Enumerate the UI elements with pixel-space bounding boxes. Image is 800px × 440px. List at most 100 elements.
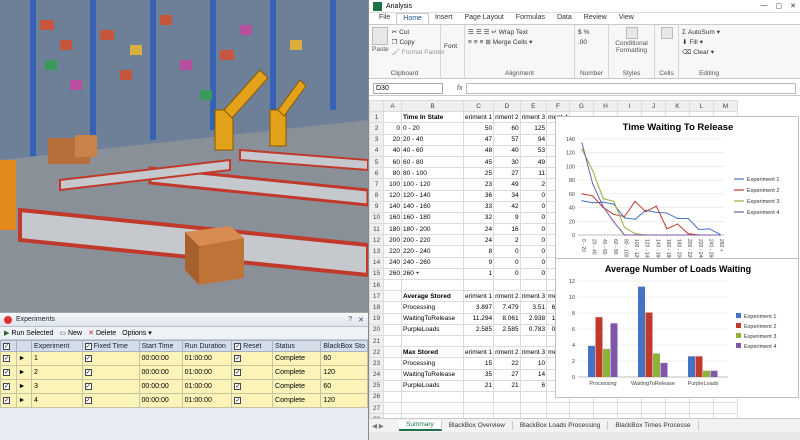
fixed-time-checkbox[interactable]: ✓ xyxy=(81,379,140,394)
sheet-cell[interactable]: 80 - 100 xyxy=(401,167,464,180)
row-header[interactable]: 8 xyxy=(369,189,384,202)
table-row[interactable]: ✓ ► 4 ✓ 00:00:00 01:00:00 ✓ Complete 120 xyxy=(0,393,368,408)
row-header[interactable]: 17 xyxy=(369,290,384,303)
sheet-cell[interactable]: 8 xyxy=(462,245,495,258)
percent-icon[interactable]: % xyxy=(584,29,590,36)
col-header-k[interactable]: K xyxy=(664,100,690,113)
sheet-cell[interactable] xyxy=(519,278,548,292)
sheet-cell[interactable] xyxy=(383,334,402,348)
sheet-cell[interactable]: 34 xyxy=(493,189,521,202)
start-time-cell[interactable]: 00:00:00 xyxy=(138,351,183,366)
fill-button[interactable]: ⬇ Fill ▾ xyxy=(682,37,736,47)
row-checkbox[interactable]: ✓ xyxy=(0,393,17,408)
sheet-cell[interactable]: eriment 1 xyxy=(462,290,495,303)
sheet-cell[interactable]: 0 xyxy=(493,267,521,281)
sheet-cell[interactable]: 23 xyxy=(462,178,495,191)
sheet-cell[interactable]: 22 xyxy=(493,357,521,370)
sheet-tab-blackbox-loads[interactable]: BlackBox Loads Processing xyxy=(513,421,609,430)
sheet-cell[interactable]: 24 xyxy=(462,234,495,247)
table-row[interactable]: ✓ ► 3 ✓ 00:00:00 01:00:00 ✓ Complete 60 xyxy=(0,379,368,394)
sheet-cell[interactable] xyxy=(383,379,402,392)
sheet-cell[interactable]: 220 xyxy=(383,245,402,258)
time-waiting-chart[interactable]: Time Waiting To Release 0 20 40 60 80 100 120 14… xyxy=(555,116,799,268)
sheet-cell[interactable] xyxy=(462,402,495,415)
sheet-cell[interactable] xyxy=(462,278,495,292)
row-header[interactable]: 9 xyxy=(369,200,384,213)
sheet-cell[interactable]: 200 - 220 xyxy=(401,234,464,247)
tab-view[interactable]: View xyxy=(613,13,640,24)
col-experiment[interactable]: Experiment xyxy=(31,340,83,352)
sheet-cell[interactable]: 53 xyxy=(519,144,548,157)
sheet-cell[interactable]: 0 xyxy=(519,245,548,258)
sheet-cell[interactable]: 0 xyxy=(383,122,402,135)
sheet-cell[interactable] xyxy=(401,402,464,415)
row-header[interactable]: 11 xyxy=(369,223,384,236)
col-start-time[interactable]: Start Time xyxy=(138,340,183,352)
row-header[interactable]: 16 xyxy=(369,278,384,292)
sheet-cell[interactable]: 0 xyxy=(493,256,521,269)
cells-button[interactable] xyxy=(658,27,675,40)
sheet-cell[interactable]: 6 xyxy=(519,379,548,392)
sheet-cell[interactable] xyxy=(519,334,548,348)
sheet-cell[interactable]: 21 xyxy=(462,379,495,392)
row-header[interactable]: 14 xyxy=(369,256,384,269)
warehouse-3d-view[interactable] xyxy=(0,0,368,312)
col-header-a[interactable]: A xyxy=(383,100,402,113)
row-header[interactable]: 2 xyxy=(369,122,384,135)
sheet-cell[interactable] xyxy=(664,402,690,415)
start-time-cell[interactable]: 00:00:00 xyxy=(138,365,183,380)
sheet-cell[interactable]: eriment 1 xyxy=(462,111,495,124)
sheet-cell[interactable]: 15 xyxy=(462,357,495,370)
sheet-cell[interactable] xyxy=(688,402,714,415)
tab-home[interactable]: Home xyxy=(396,13,429,24)
sheet-cell[interactable]: 0 xyxy=(519,211,548,225)
sheet-cell[interactable] xyxy=(383,402,402,415)
sheet-cell[interactable]: 11.294 xyxy=(462,312,495,325)
col-header-j[interactable]: J xyxy=(640,100,666,113)
sheet-cell[interactable]: 33 xyxy=(462,200,495,213)
sheet-cell[interactable]: 36 xyxy=(462,189,495,202)
sheet-cell[interactable]: riment 2 xyxy=(493,346,521,359)
sheet-cell[interactable] xyxy=(493,402,521,415)
align-middle-icon[interactable]: ☰ xyxy=(476,28,482,36)
sheet-cell[interactable] xyxy=(383,323,402,336)
sheet-cell[interactable] xyxy=(592,402,618,415)
tab-data[interactable]: Data xyxy=(551,13,578,24)
blackbox-cell[interactable]: 60 xyxy=(320,351,368,366)
decimal-icon[interactable]: .00 xyxy=(578,39,587,46)
sheet-cell[interactable]: 40 xyxy=(493,144,521,157)
sheet-cell[interactable]: 60 - 80 xyxy=(401,155,464,169)
wrap-text-button[interactable]: ↵ Wrap Text xyxy=(491,28,527,36)
blackbox-cell[interactable]: 120 xyxy=(320,365,368,380)
sheet-cell[interactable]: 3.51 xyxy=(519,301,548,314)
col-header-b[interactable]: B xyxy=(401,100,464,113)
sheet-cell[interactable]: 35 xyxy=(462,368,495,381)
tab-insert[interactable]: Insert xyxy=(429,13,459,24)
row-header[interactable]: 23 xyxy=(369,357,384,370)
sheet-cell[interactable]: 9 xyxy=(462,256,495,269)
options-button[interactable]: Options ▾ xyxy=(122,329,152,338)
row-header[interactable]: 13 xyxy=(369,245,384,258)
experiment-cell[interactable]: 2 xyxy=(31,365,83,380)
sheet-cell[interactable] xyxy=(401,334,464,348)
row-checkbox[interactable]: ✓ xyxy=(0,351,17,366)
experiment-cell[interactable]: 3 xyxy=(31,379,83,394)
sheet-cell[interactable]: 125 xyxy=(519,122,548,135)
sheet-cell[interactable]: 27 xyxy=(493,368,521,381)
sheet-cell[interactable]: Processing xyxy=(401,301,464,314)
sheet-cell[interactable]: 32 xyxy=(462,211,495,225)
sheet-cell[interactable]: PurpleLoads xyxy=(401,323,464,336)
sheet-cell[interactable]: 0.783 xyxy=(519,323,548,336)
row-header[interactable]: 5 xyxy=(369,155,384,169)
tab-formulas[interactable]: Formulas xyxy=(510,13,551,24)
sheet-cell[interactable]: 21 xyxy=(493,379,521,392)
row-header[interactable]: 4 xyxy=(369,144,384,157)
sheet-cell[interactable]: 180 - 200 xyxy=(401,223,464,236)
run-duration-cell[interactable]: 01:00:00 xyxy=(181,393,233,408)
fixed-time-checkbox[interactable]: ✓ xyxy=(81,365,140,380)
run-duration-cell[interactable]: 01:00:00 xyxy=(181,351,233,366)
sheet-cell[interactable]: Max Stored xyxy=(401,346,464,359)
sheet-cell[interactable]: 0 - 20 xyxy=(401,122,464,135)
sheet-cell[interactable]: 40 xyxy=(383,144,402,157)
sheet-cell[interactable]: 160 - 180 xyxy=(401,211,464,225)
